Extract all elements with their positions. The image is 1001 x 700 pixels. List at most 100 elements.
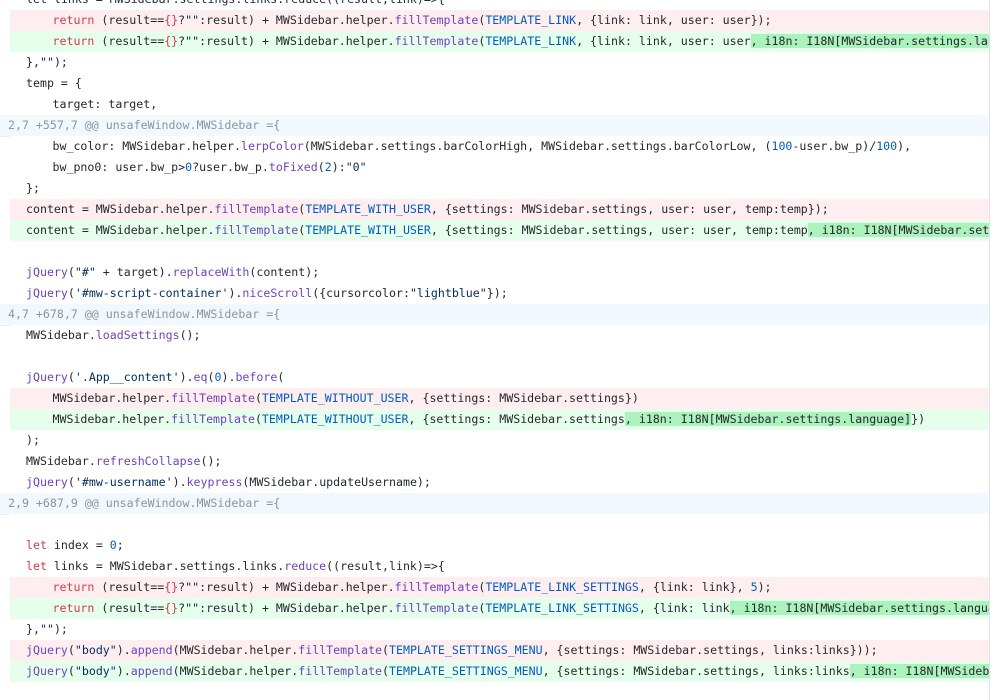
code-token: "0" (345, 160, 367, 174)
code-token: :result) + MWSidebar.helper. (199, 13, 395, 27)
code-token: ); (53, 622, 68, 636)
diff-context-line: },""); (10, 52, 989, 73)
code-token: fillTemplate (394, 601, 479, 615)
code-token: "" (39, 622, 54, 636)
code-token: "" (39, 55, 54, 69)
code-token: -user.bw_p)/ (792, 139, 877, 153)
code-token: jQuery (26, 286, 68, 300)
code-token: (MWSidebar.helper. (172, 643, 299, 657)
code-token: fillTemplate (394, 34, 479, 48)
diff-context-line: bw_pno0: user.bw_p>0?user.bw_p.toFixed(2… (10, 157, 989, 178)
code-token: TEMPLATE_LINK (485, 34, 577, 48)
code-token: jQuery (26, 475, 68, 489)
code-token: ( (67, 664, 75, 678)
diff-added-line: return (result=={}?"":result) + MWSideba… (10, 31, 989, 52)
code-token: (result== (94, 580, 165, 594)
code-token: ( (382, 664, 390, 678)
code-text: ); (26, 430, 40, 451)
code-token: "" (185, 34, 200, 48)
diff-hunk-header[interactable]: 2,7 +557,7 @@ unsafeWindow.MWSidebar ={ (0, 115, 989, 136)
code-token: (MWSidebar.updateUsername); (242, 475, 431, 489)
code-token: jQuery (26, 265, 68, 279)
code-text: let index = 0; (26, 535, 124, 556)
code-text: let links = MWSidebar.settings.links.red… (26, 0, 445, 10)
diff-context-line: jQuery('#mw-script-container').niceScrol… (10, 283, 989, 304)
code-text: bw_color: MWSidebar.helper.lerpColor(MWS… (53, 136, 912, 157)
code-token: {} (164, 601, 179, 615)
code-token: index = (46, 538, 110, 552)
code-token: 4,7 +678,7 @@ unsafeWindow.MWSidebar ={ (8, 307, 281, 321)
code-token: fillTemplate (298, 643, 383, 657)
code-token: ( (67, 265, 75, 279)
code-token: 0 (109, 538, 117, 552)
code-token: 2,7 +557,7 @@ unsafeWindow.MWSidebar ={ (8, 118, 281, 132)
code-token: keypress (186, 475, 243, 489)
code-text: MWSidebar.helper.fillTemplate(TEMPLATE_W… (53, 388, 639, 409)
code-token: MWSidebar.helper. (52, 391, 172, 405)
code-token: ). (221, 370, 236, 384)
code-token: ); (757, 580, 772, 594)
code-token: TEMPLATE_WITH_USER (305, 223, 431, 237)
code-token: 2 (324, 160, 332, 174)
code-token: , {settings: MWSidebar.settings (408, 412, 625, 426)
code-token: let (26, 559, 47, 573)
code-token: fillTemplate (214, 202, 299, 216)
page-gutter (990, 0, 1001, 700)
code-token: "body" (74, 643, 117, 657)
code-token: {} (164, 34, 179, 48)
code-text: content = MWSidebar.helper.fillTemplate(… (26, 220, 989, 241)
code-token: fillTemplate (298, 664, 383, 678)
diff-deleted-line: jQuery("body").append(MWSidebar.helper.f… (10, 640, 989, 661)
code-token: "lightblue" (409, 286, 487, 300)
code-token: "" (185, 601, 200, 615)
code-token: '#mw-username' (74, 475, 173, 489)
diff-context-line: bw_color: MWSidebar.helper.lerpColor(MWS… (10, 136, 989, 157)
code-token: ). (116, 643, 131, 657)
diff-deleted-line: content = MWSidebar.helper.fillTemplate(… (10, 199, 989, 220)
diff-hunk-header[interactable]: 2,9 +687,9 @@ unsafeWindow.MWSidebar ={ (0, 493, 989, 514)
code-token: , {settings: MWSidebar.settings, links:l… (542, 643, 878, 657)
code-text: temp = { (26, 73, 82, 94)
code-token: MWSidebar. (26, 328, 96, 342)
code-token: return (52, 13, 95, 27)
code-token: }; (26, 181, 40, 195)
code-token: :result) + MWSidebar.helper. (199, 601, 395, 615)
code-token: ). (172, 475, 187, 489)
code-token: TEMPLATE_SETTINGS_MENU (389, 664, 543, 678)
code-text: jQuery('#mw-script-container').niceScrol… (26, 283, 508, 304)
code-token: content = MWSidebar.helper. (26, 223, 215, 237)
code-token: "body" (74, 664, 117, 678)
code-text: return (result=={}?"":result) + MWSideba… (53, 10, 772, 31)
diff-view: let links = MWSidebar.settings.links.red… (0, 0, 989, 700)
code-text: jQuery("body").append(MWSidebar.helper.f… (26, 640, 878, 661)
code-token: ( (67, 286, 75, 300)
code-token: append (130, 664, 173, 678)
code-token: append (130, 643, 173, 657)
code-token: target: target, (52, 97, 158, 111)
diff-context-line: },""); (10, 619, 989, 640)
code-token: }); (486, 286, 508, 300)
diff-context-line: target: target, (10, 94, 989, 115)
code-token: ). (116, 664, 131, 678)
diff-added-line: content = MWSidebar.helper.fillTemplate(… (10, 220, 989, 241)
code-token: eq (193, 370, 208, 384)
code-token: (MWSidebar.settings.barColorHigh, MWSide… (303, 139, 772, 153)
code-token: , {link: link, user: user (576, 34, 751, 48)
code-token: , {link: link (638, 601, 730, 615)
code-token: temp = { (26, 76, 82, 90)
added-token-highlight: , i18n: I18N[MWSidebar.settings.la (807, 223, 989, 237)
diff-context-line: temp = { (10, 73, 989, 94)
code-text: target: target, (53, 94, 158, 115)
diff-context-line: jQuery('.App__content').eq(0).before( (10, 367, 989, 388)
diff-hunk-header[interactable]: 4,7 +678,7 @@ unsafeWindow.MWSidebar ={ (0, 304, 989, 325)
code-text: },""); (26, 619, 68, 640)
code-token: bw_pno0: user.bw_p> (52, 160, 186, 174)
code-token: (); (200, 454, 222, 468)
diff-context-line: let links = MWSidebar.settings.links.red… (10, 556, 989, 577)
code-token: (content); (249, 265, 320, 279)
code-text: content = MWSidebar.helper.fillTemplate(… (26, 199, 829, 220)
code-token: refreshCollapse (95, 454, 201, 468)
code-token: reduce (284, 559, 327, 573)
code-token: "#" (74, 265, 96, 279)
code-token: , {settings: MWSidebar.settings, user: u… (430, 223, 808, 237)
